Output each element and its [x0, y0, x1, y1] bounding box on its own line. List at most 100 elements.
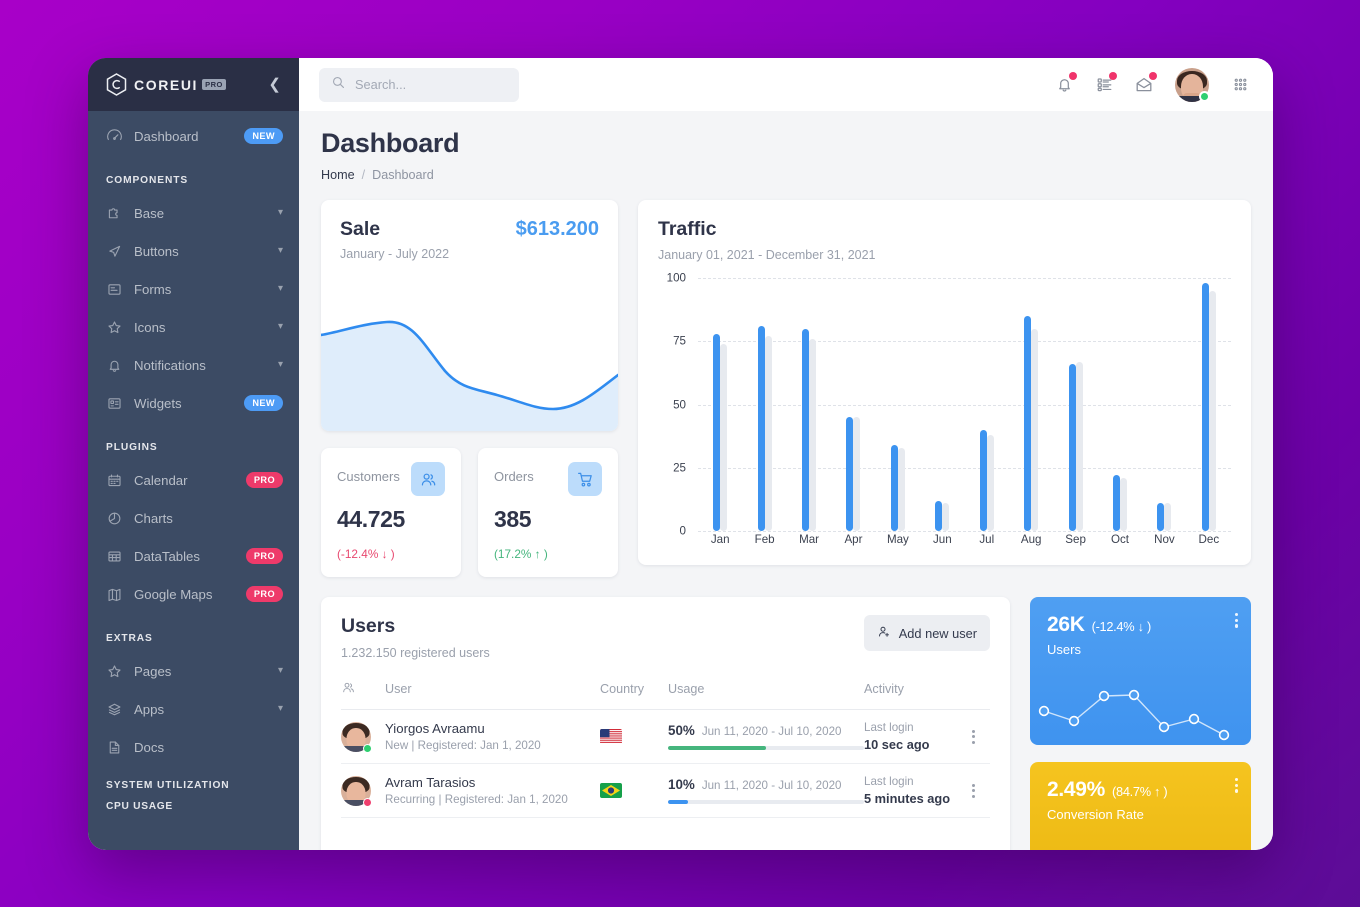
sidebar-item-label: Pages: [134, 663, 172, 679]
bar-current: [757, 326, 765, 531]
sidebar-item-pages[interactable]: Pages ▾: [88, 652, 299, 690]
stat-cards-row: Customers 44.725 (-12.4% ↓) Orders 385 …: [321, 448, 618, 577]
status-badge: [363, 743, 372, 753]
sidebar-item-charts[interactable]: Charts: [88, 499, 299, 537]
sidebar-item-buttons[interactable]: Buttons ▾: [88, 232, 299, 270]
sidebar-item-forms[interactable]: Forms ▾: [88, 270, 299, 308]
traffic-card: Traffic January 01, 2021 - December 31, …: [638, 200, 1251, 565]
sidebar-item-label: Docs: [134, 739, 165, 755]
chevron-down-icon[interactable]: ▾: [278, 284, 283, 294]
brand-logo[interactable]: COREUI PRO: [106, 73, 266, 96]
widget-value: 2.49%: [1047, 778, 1106, 801]
column-user: User: [385, 680, 600, 710]
bar-group[interactable]: [1009, 278, 1053, 531]
usage-progress-fill: [668, 800, 688, 804]
bar-group[interactable]: [1053, 278, 1097, 531]
bar-group[interactable]: [787, 278, 831, 531]
sidebar-item-google-maps[interactable]: Google Maps PRO: [88, 575, 299, 613]
kebab-menu-icon[interactable]: [1234, 778, 1238, 793]
bar-group[interactable]: [1098, 278, 1142, 531]
chevron-left-icon[interactable]: ❮: [266, 73, 283, 96]
kebab-menu-icon[interactable]: [1234, 613, 1238, 628]
add-new-user-label: Add new user: [898, 625, 977, 641]
sidebar-badge-new: NEW: [244, 128, 283, 144]
column-activity: Activity: [864, 680, 956, 710]
table-row[interactable]: Avram Tarasios Recurring | Registered: Ja…: [341, 763, 990, 818]
sidebar-item-widgets[interactable]: Widgets NEW: [88, 384, 299, 422]
search-box[interactable]: [319, 67, 519, 102]
kebab-menu-icon[interactable]: [956, 729, 990, 744]
cell-avatar: [341, 709, 385, 764]
chevron-down-icon[interactable]: ▾: [278, 246, 283, 256]
sidebar-item-apps[interactable]: Apps ▾: [88, 690, 299, 728]
topbar: [299, 58, 1273, 111]
bar-group[interactable]: [876, 278, 920, 531]
sidebar-item-calendar[interactable]: Calendar PRO: [88, 461, 299, 499]
breadcrumb-home[interactable]: Home: [321, 168, 355, 182]
page-header: Dashboard Home / Dashboard: [299, 111, 1273, 182]
chevron-down-icon[interactable]: ▾: [278, 666, 283, 676]
br-flag: [600, 783, 622, 798]
sidebar-item-base[interactable]: Base ▾: [88, 194, 299, 232]
sidebar-item-label: Notifications: [134, 357, 206, 373]
bar-current: [890, 444, 898, 531]
sidebar-nav: Dashboard NEW COMPONENTS Base ▾ Buttons …: [88, 111, 299, 850]
table-row[interactable]: Yiorgos Avraamu New | Registered: Jan 1, …: [341, 709, 990, 764]
usage-range: Jun 11, 2020 - Jul 10, 2020: [701, 725, 842, 738]
bell-icon[interactable]: [1049, 70, 1079, 100]
chevron-down-icon[interactable]: ▾: [278, 322, 283, 332]
usage-progress-bar: [668, 746, 864, 750]
calculator-icon: [106, 395, 134, 412]
activity-value: 10 sec ago: [864, 737, 930, 752]
stat-top: Orders: [494, 462, 602, 496]
chevron-down-icon[interactable]: ▾: [278, 360, 283, 370]
notification-dot: [1149, 71, 1157, 80]
people-icon: [341, 682, 356, 698]
bar-group[interactable]: [965, 278, 1009, 531]
cell-activity: Last login 5 minutes ago: [864, 763, 956, 818]
column-country: Country: [600, 680, 668, 710]
bar-current: [979, 429, 987, 531]
sidebar-item-notifications[interactable]: Notifications ▾: [88, 346, 299, 384]
chevron-down-icon[interactable]: ▾: [278, 208, 283, 218]
bar-group[interactable]: [742, 278, 786, 531]
user-name: Avram Tarasios: [385, 775, 476, 790]
bar-current: [713, 333, 721, 531]
users-widget-card: 26K (-12.4% ↓ ) Users: [1030, 597, 1251, 745]
x-tick-label: Nov: [1154, 533, 1175, 546]
bar-group[interactable]: [920, 278, 964, 531]
bar-group[interactable]: [1142, 278, 1186, 531]
bar-previous: [1120, 477, 1127, 531]
sidebar-item-dashboard[interactable]: Dashboard NEW: [88, 117, 299, 155]
sidebar-item-datatables[interactable]: DataTables PRO: [88, 537, 299, 575]
chevron-down-icon[interactable]: ▾: [278, 704, 283, 714]
breadcrumb-separator: /: [361, 168, 366, 182]
sidebar-item-docs[interactable]: Docs: [88, 728, 299, 766]
sale-card: Sale $613.200 January - July 2022: [321, 200, 618, 431]
activity-label: Last login: [864, 721, 914, 734]
search-input[interactable]: [355, 77, 507, 92]
task-list-icon[interactable]: [1089, 70, 1119, 100]
y-tick-label: 100: [666, 271, 686, 285]
bar-group[interactable]: [1187, 278, 1231, 531]
coreui-hexagon-logo: [106, 73, 127, 96]
bar-previous: [764, 336, 772, 531]
bar-current: [1113, 475, 1120, 531]
usage-header: 50% Jun 11, 2020 - Jul 10, 2020: [668, 723, 864, 738]
bar-group[interactable]: [831, 278, 875, 531]
sale-amount: $613.200: [515, 218, 599, 240]
sidebar-item-icons[interactable]: Icons ▾: [88, 308, 299, 346]
avatar[interactable]: [1175, 67, 1210, 102]
bar-previous: [1208, 290, 1216, 531]
envelope-icon[interactable]: [1129, 70, 1159, 100]
grid-apps-icon[interactable]: [1225, 70, 1255, 100]
cell-country: [600, 709, 668, 764]
sidebar-badge-pro: PRO: [245, 472, 283, 488]
add-new-user-button[interactable]: Add new user: [863, 615, 990, 651]
x-tick-label: Aug: [1020, 533, 1042, 546]
kebab-menu-icon[interactable]: [956, 783, 990, 798]
notification-dot: [1109, 71, 1117, 80]
bar-group[interactable]: [698, 278, 742, 531]
bar-current: [846, 417, 854, 531]
speedometer-icon: [106, 128, 134, 145]
